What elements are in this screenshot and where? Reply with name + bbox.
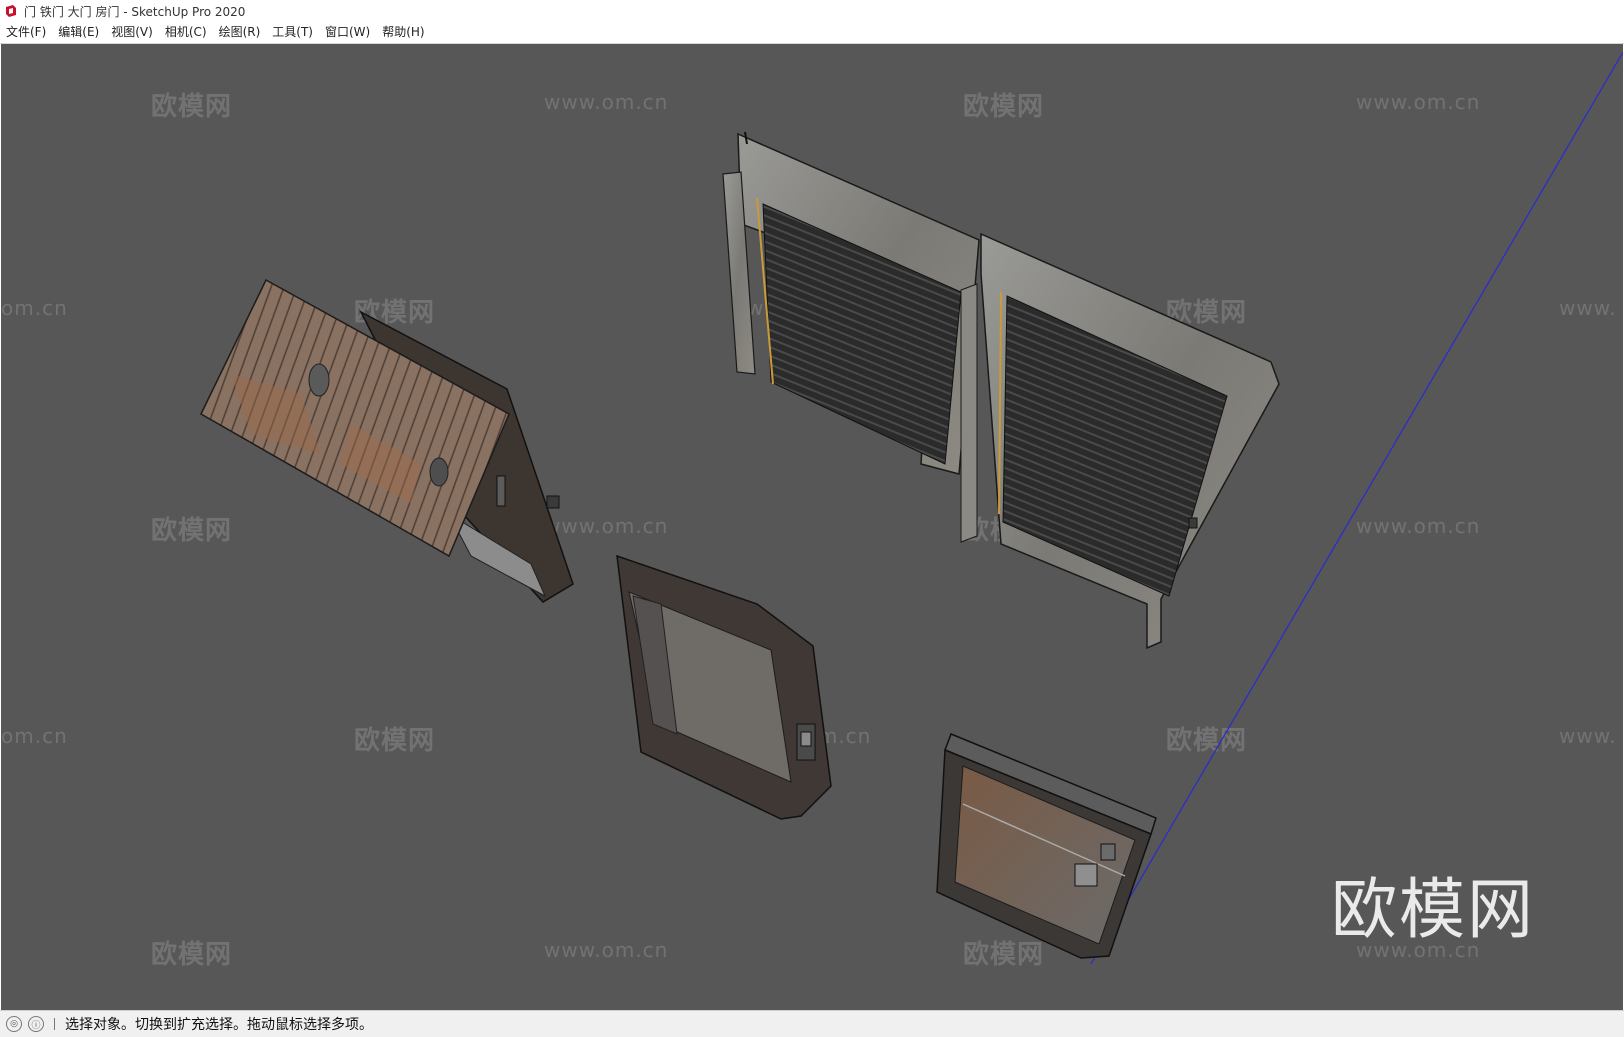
- model-viewport[interactable]: 欧模网 www.om.cn 欧模网 www.om.cn om.cn 欧模网 ww…: [1, 44, 1623, 1010]
- menu-edit[interactable]: 编辑(E): [52, 22, 105, 43]
- status-bar: ◎ ⓘ 选择对象。切换到扩充选择。拖动鼠标选择多项。: [0, 1010, 1624, 1037]
- window-title: 门 铁门 大门 房门 - SketchUp Pro 2020: [24, 4, 246, 19]
- menu-tools[interactable]: 工具(T): [266, 22, 319, 43]
- steel-door-model: [616, 554, 832, 820]
- title-bar: 门 铁门 大门 房门 - SketchUp Pro 2020: [0, 0, 1624, 22]
- menu-draw[interactable]: 绘图(R): [213, 22, 267, 43]
- sketchup-logo-icon: [4, 4, 18, 18]
- menu-help[interactable]: 帮助(H): [376, 22, 430, 43]
- menu-camera[interactable]: 相机(C): [159, 22, 213, 43]
- menu-view[interactable]: 视图(V): [105, 22, 159, 43]
- menu-bar: 文件(F) 编辑(E) 视图(V) 相机(C) 绘图(R) 工具(T) 窗口(W…: [0, 22, 1624, 44]
- credits-info-icon[interactable]: ⓘ: [28, 1016, 44, 1032]
- geo-location-icon[interactable]: ◎: [6, 1016, 22, 1032]
- menu-window[interactable]: 窗口(W): [319, 22, 376, 43]
- status-divider: [54, 1018, 55, 1030]
- menu-file[interactable]: 文件(F): [0, 22, 52, 43]
- rolling-shutter-gate-model: [722, 131, 1280, 650]
- status-message: 选择对象。切换到扩充选择。拖动鼠标选择多项。: [65, 1017, 373, 1033]
- brand-logo-text: 欧模网: [1331, 871, 1535, 948]
- rusted-door-model: [936, 733, 1157, 959]
- wooden-door-model: [200, 278, 574, 603]
